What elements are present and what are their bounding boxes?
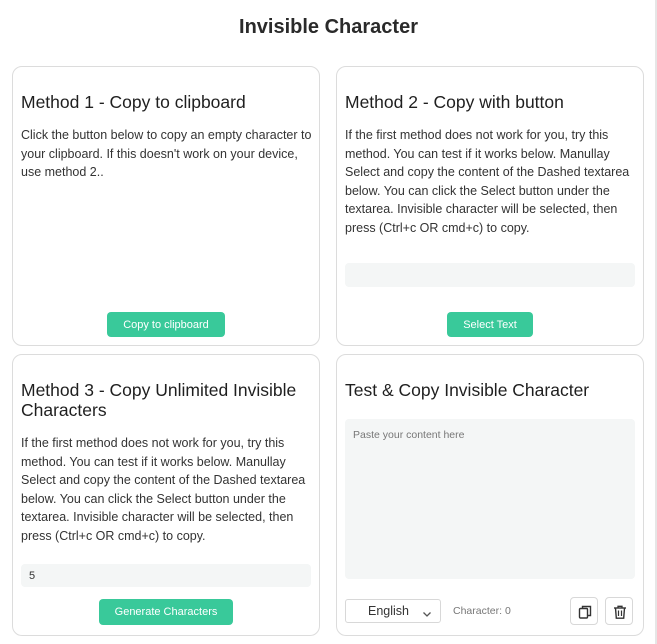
method1-description: Click the button below to copy an empty … — [21, 128, 312, 179]
paste-content-textarea[interactable] — [345, 419, 635, 579]
method2-description: If the first method does not work for yo… — [345, 128, 630, 235]
method1-heading: Method 1 - Copy to clipboard — [21, 92, 246, 112]
method3-heading: Method 3 - Copy Unlimited Invisible Char… — [21, 380, 297, 420]
generate-characters-button[interactable]: Generate Characters — [99, 599, 233, 625]
copy-to-clipboard-button[interactable]: Copy to clipboard — [107, 312, 225, 337]
invisible-char-field[interactable] — [345, 263, 635, 287]
character-count-value: 5 — [29, 570, 36, 582]
tester-heading: Test & Copy Invisible Character — [345, 380, 590, 400]
character-counter: Character: 0 — [453, 605, 511, 617]
delete-button[interactable] — [605, 597, 633, 625]
language-select[interactable]: English — [345, 599, 441, 623]
character-counter-label: Character: — [453, 605, 503, 617]
method3-description: If the first method does not work for yo… — [21, 436, 306, 543]
language-selected-value: English — [368, 604, 409, 618]
page-title: Invisible Character — [239, 16, 418, 38]
method1-card: Method 1 - Copy to clipboard Click the b… — [12, 66, 320, 346]
select-text-button[interactable]: Select Text — [447, 312, 533, 337]
method3-card: Method 3 - Copy Unlimited Invisible Char… — [12, 354, 320, 636]
character-count-input[interactable]: 5 — [21, 564, 311, 587]
copy-icon — [578, 605, 592, 619]
character-counter-value: 0 — [504, 605, 511, 617]
method2-heading: Method 2 - Copy with button — [345, 92, 564, 112]
tester-card: Test & Copy Invisible Character English … — [336, 354, 644, 636]
chevron-down-icon — [422, 606, 432, 624]
method2-card: Method 2 - Copy with button If the first… — [336, 66, 644, 346]
copy-button[interactable] — [570, 597, 598, 625]
trash-icon — [614, 605, 626, 619]
